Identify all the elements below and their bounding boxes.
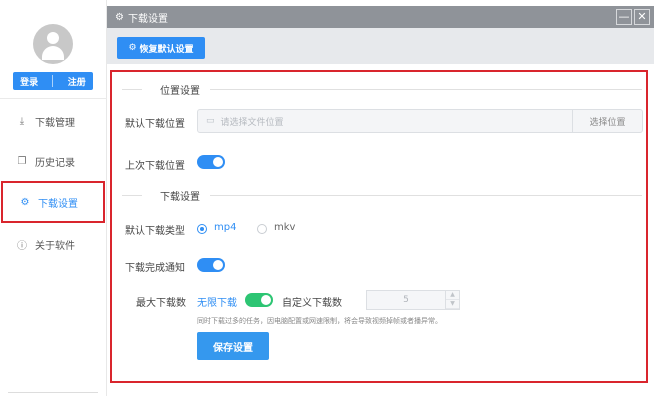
download-type-label: 默认下载类型	[125, 226, 185, 237]
location-section-title: 位置设置	[160, 85, 200, 97]
download-icon: ⤓	[19, 115, 25, 127]
default-location-label: 默认下载位置	[125, 119, 185, 130]
title-bar: ⚙ 下载设置 — ✕	[107, 6, 654, 28]
sidebar-bottom-divider	[8, 392, 98, 393]
close-button[interactable]: ✕	[634, 9, 650, 25]
last-location-label: 上次下载位置	[125, 161, 185, 172]
login-button[interactable]: 登录	[20, 75, 38, 88]
nav-divider	[0, 98, 107, 99]
section-rule	[122, 88, 142, 90]
register-button[interactable]: 注册	[68, 75, 86, 88]
type-label-mp4: mp4	[214, 222, 237, 233]
max-downloads-hint: 同时下载过多的任务，因电脑配置或网速限制，将会导致视频掉帧或者播异常。	[197, 317, 442, 325]
decrement-icon[interactable]: ▼	[446, 300, 459, 309]
notify-toggle[interactable]	[197, 258, 225, 272]
gear-icon: ⚙	[128, 43, 137, 53]
sidebar-item-download-settings[interactable]: ⚙ 下载设置	[1, 181, 105, 223]
choose-location-button[interactable]: 选择位置	[572, 110, 642, 132]
sidebar-item-label: 下载管理	[35, 117, 75, 129]
unlimited-toggle[interactable]	[245, 293, 273, 307]
sidebar-item-about[interactable]: ⓘ 关于软件	[0, 224, 107, 264]
custom-count-label: 自定义下载数	[282, 298, 342, 309]
window-controls: — ✕	[616, 9, 650, 25]
avatar-body-shape	[42, 46, 64, 60]
section-rule	[122, 194, 142, 196]
save-settings-button[interactable]: 保存设置	[197, 332, 269, 360]
custom-count-value: 5	[403, 295, 409, 305]
unlimited-label: 无限下载	[197, 298, 237, 309]
download-section-title: 下载设置	[160, 191, 200, 203]
sidebar-item-label: 关于软件	[35, 240, 75, 252]
window-title: ⚙ 下载设置	[115, 10, 168, 25]
gear-icon: ⚙	[115, 11, 124, 23]
window-title-text: 下载设置	[127, 13, 168, 25]
info-icon: ⓘ	[17, 240, 27, 252]
type-radio-mkv[interactable]	[257, 224, 267, 234]
section-rule	[210, 194, 642, 196]
max-downloads-label: 最大下载数	[136, 298, 186, 309]
custom-count-stepper[interactable]: 5 ▲ ▼	[366, 290, 460, 310]
type-radio-mp4[interactable]	[197, 224, 207, 234]
path-placeholder: 请选择文件位置	[220, 117, 284, 128]
auth-separator	[52, 75, 54, 87]
stepper-controls: ▲ ▼	[445, 291, 459, 309]
download-section-header: 下载设置	[122, 188, 642, 203]
reset-defaults-label: 恢复默认设置	[139, 44, 194, 55]
last-location-toggle[interactable]	[197, 155, 225, 169]
sidebar-item-label: 历史记录	[35, 157, 75, 169]
download-path-field[interactable]: ▭ 请选择文件位置 选择位置	[197, 109, 643, 133]
location-section-header: 位置设置	[122, 82, 642, 97]
sidebar-item-history[interactable]: ❐ 历史记录	[0, 141, 107, 181]
avatar[interactable]	[33, 24, 73, 64]
history-icon: ❐	[17, 155, 27, 167]
section-rule	[210, 88, 642, 90]
avatar-head-shape	[47, 32, 59, 44]
sidebar: 登录 注册 ⤓ 下载管理 ❐ 历史记录 ⚙ 下载设置 ⓘ 关于软件	[0, 0, 107, 396]
sidebar-item-download-manager[interactable]: ⤓ 下载管理	[0, 101, 107, 141]
type-label-mkv: mkv	[274, 222, 296, 233]
increment-icon[interactable]: ▲	[446, 291, 459, 300]
minimize-button[interactable]: —	[616, 9, 632, 25]
auth-bar: 登录 注册	[13, 72, 93, 90]
settings-panel: 位置设置 默认下载位置 ▭ 请选择文件位置 选择位置 上次下载位置 下载设置 默…	[110, 70, 648, 383]
sidebar-item-label: 下载设置	[38, 198, 78, 210]
folder-icon: ▭	[206, 116, 215, 126]
notify-label: 下载完成通知	[125, 263, 185, 274]
toolbar: ⚙ 恢复默认设置	[107, 28, 654, 64]
reset-defaults-button[interactable]: ⚙ 恢复默认设置	[117, 37, 205, 59]
gear-icon: ⚙	[20, 196, 30, 208]
